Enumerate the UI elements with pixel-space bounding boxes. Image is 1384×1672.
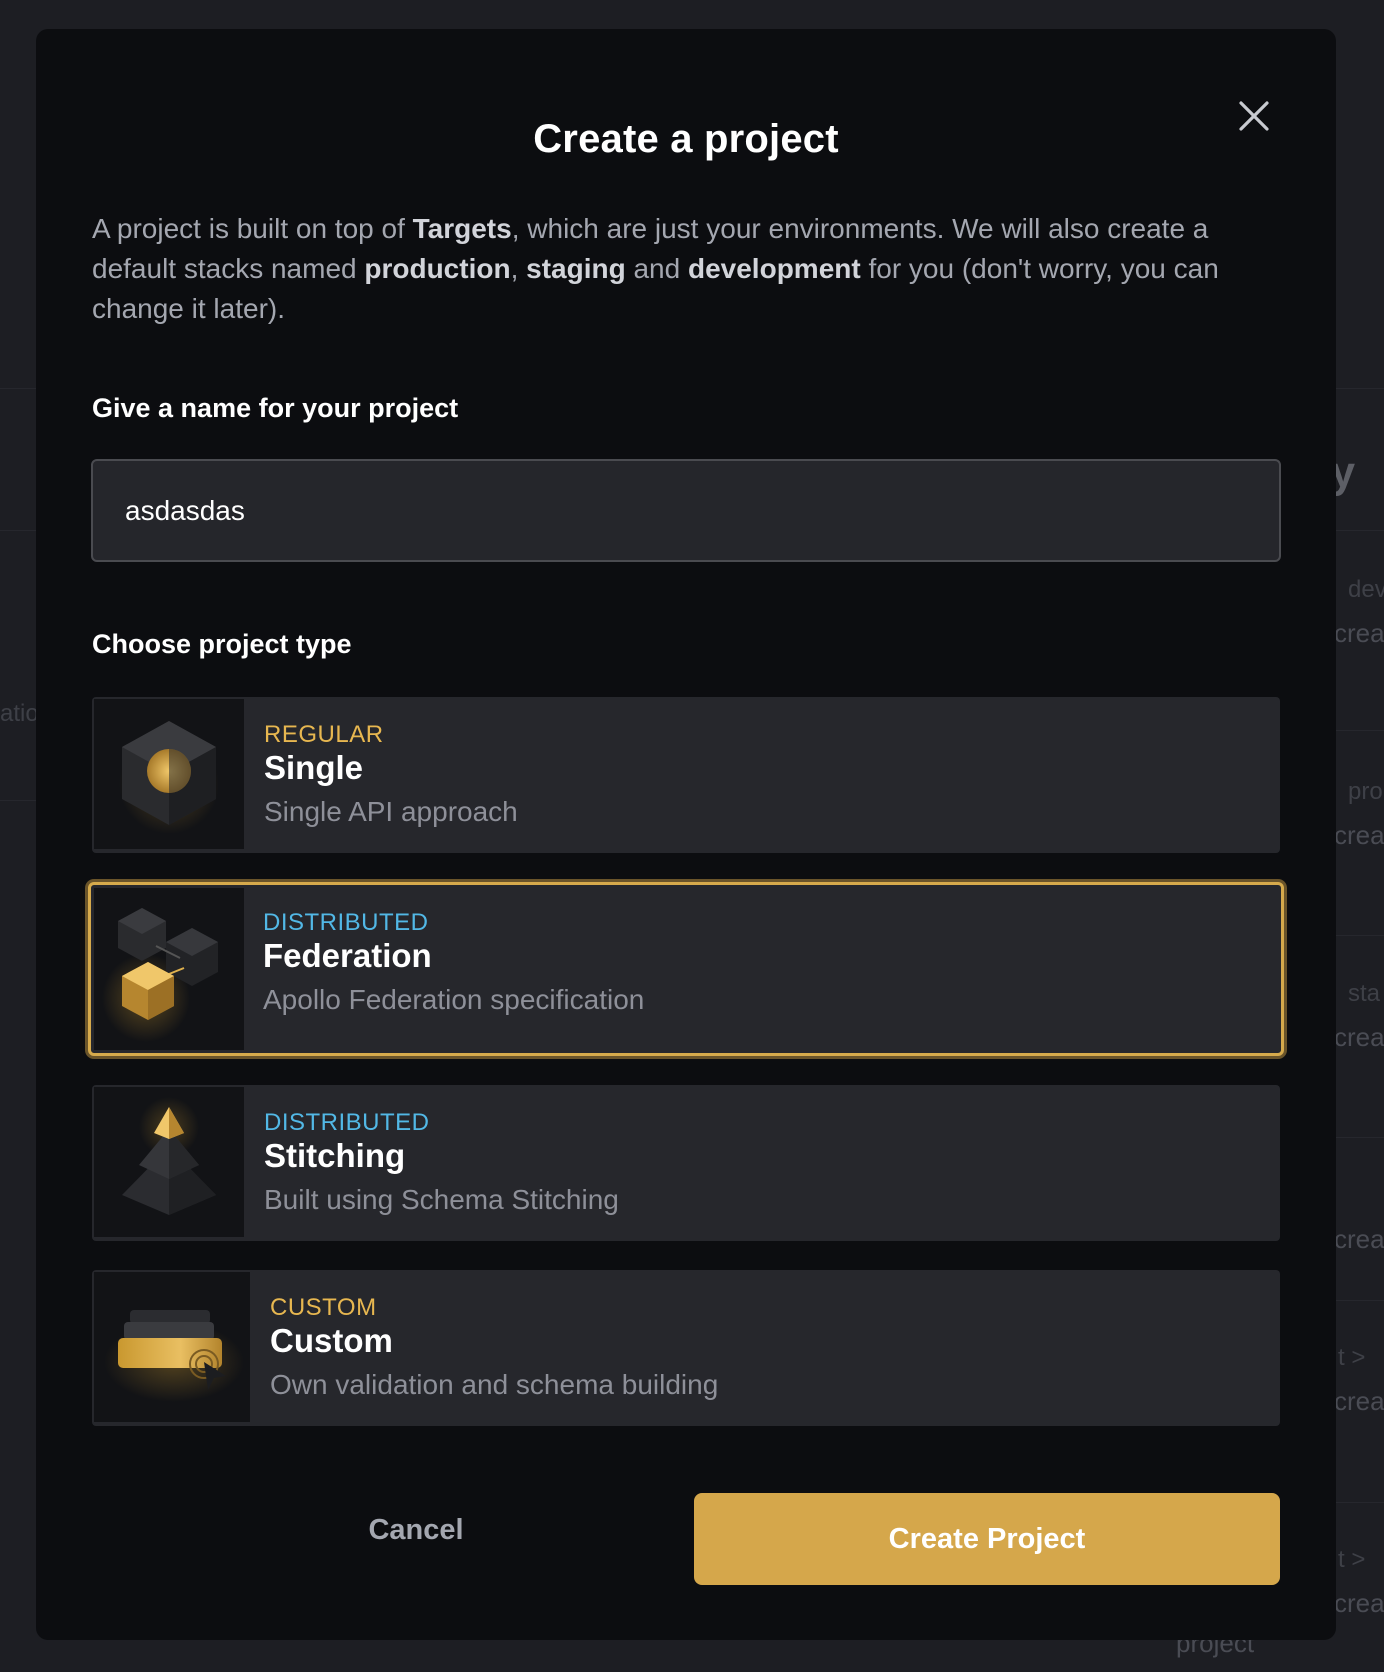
bg-fragment: t > (1338, 1546, 1366, 1573)
close-icon (1239, 101, 1269, 131)
project-name-input[interactable] (91, 459, 1281, 562)
modal-title: Create a project (533, 117, 839, 161)
project-type-custom[interactable]: CUSTOM Custom Own validation and schema … (92, 1270, 1280, 1426)
intro-bold-term: staging (526, 253, 626, 284)
bg-fragment: crea (1334, 820, 1384, 850)
create-project-modal: Create a project A project is built on t… (36, 29, 1336, 1640)
intro-text-segment: and (625, 253, 688, 284)
bg-fragment: crea (1334, 1386, 1384, 1416)
federation-cubes-icon (102, 908, 218, 1042)
card-name: Stitching (264, 1137, 406, 1174)
card-tag: REGULAR (264, 721, 384, 748)
card-tag: DISTRIBUTED (264, 1109, 430, 1136)
card-name: Federation (263, 937, 432, 974)
card-description: Own validation and schema building (270, 1369, 719, 1400)
card-tag: CUSTOM (270, 1294, 377, 1321)
bg-fragment: crea (1334, 1022, 1384, 1052)
bg-fragment: t > (1338, 1344, 1366, 1371)
bg-fragment: crea (1334, 1224, 1384, 1254)
project-type-single[interactable]: REGULAR Single Single API approach (92, 697, 1280, 853)
card-tag: DISTRIBUTED (263, 909, 429, 936)
bg-fragment: crea (1334, 618, 1384, 648)
intro-text-segment: A project is built on top of (92, 213, 413, 244)
card-name: Single (264, 749, 364, 786)
bg-fragment: sta (1348, 980, 1381, 1007)
card-description: Built using Schema Stitching (264, 1184, 619, 1215)
project-type-federation[interactable]: DISTRIBUTED Federation Apollo Federation… (88, 882, 1284, 1056)
stitching-pyramid-icon (122, 1097, 216, 1215)
intro-text: A project is built on top of Targets, wh… (92, 209, 1282, 329)
intro-bold-term: Targets (412, 213, 512, 244)
bg-fragment: pro (1348, 778, 1383, 805)
name-label: Give a name for your project (92, 393, 459, 423)
cancel-button[interactable]: Cancel (236, 1495, 596, 1565)
custom-stack-icon (104, 1310, 244, 1402)
type-label: Choose project type (92, 629, 352, 659)
create-project-button[interactable]: Create Project (694, 1493, 1280, 1585)
intro-text-segment: , (510, 253, 527, 284)
bg-fragment: crea (1334, 1588, 1384, 1618)
bg-fragment: atio (0, 700, 39, 727)
card-name: Custom (270, 1322, 393, 1359)
card-description: Single API approach (264, 796, 518, 827)
close-button[interactable] (1231, 93, 1277, 139)
bg-fragment: dev (1348, 576, 1384, 603)
intro-bold-term: development (687, 253, 861, 284)
card-description: Apollo Federation specification (263, 984, 645, 1015)
single-cube-icon (119, 721, 219, 834)
project-type-stitching[interactable]: DISTRIBUTED Stitching Built using Schema… (92, 1085, 1280, 1241)
intro-bold-term: production (364, 253, 511, 284)
